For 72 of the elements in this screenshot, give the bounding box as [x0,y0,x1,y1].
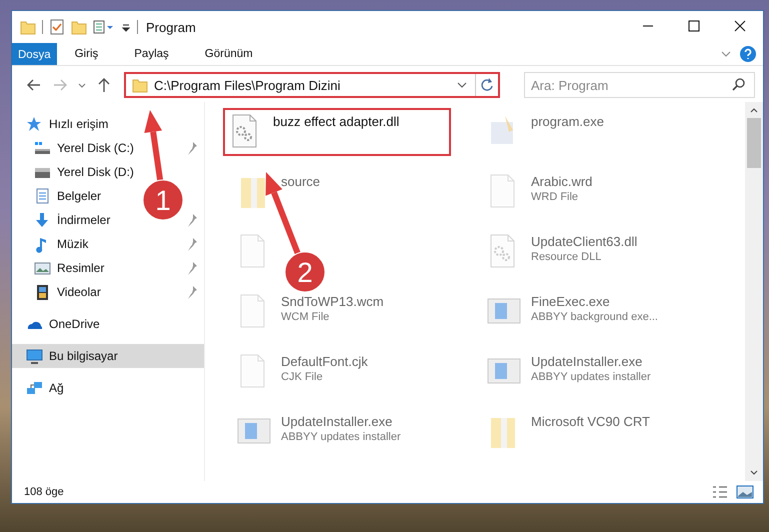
sidebar-link[interactable]: Yerel Disk (D:) [57,165,134,179]
ribbon-tab[interactable]: Görünüm [186,43,271,65]
search-icon[interactable] [731,77,747,93]
sidebar-star-icon [26,116,43,132]
ribbon-tab[interactable]: Paylaş [116,43,187,65]
file-name: DefaultFont.cjk [281,354,368,369]
file-type: WRD File [531,191,580,203]
file-item[interactable]: UpdateClient63.dll Resource DLL [481,228,644,276]
sidebar-downloads-icon [34,212,51,228]
file-name: Arabic.wrd [531,174,592,189]
file-name: UpdateInstaller.exe [531,354,644,369]
sidebar-link[interactable]: Belgeler [57,189,102,203]
file-item[interactable]: buzz effect adapter.dll [223,108,451,156]
properties-icon[interactable] [93,19,115,35]
sidebar-item[interactable]: Hızlı erişim [12,112,204,136]
item-count: 108 öge [24,486,64,498]
ribbon-tab[interactable]: Giriş [56,43,116,65]
file-item[interactable]: FineExec.exe ABBYY background exe... [481,288,664,336]
sidebar-link[interactable]: Videolar [57,285,101,299]
file-item[interactable]: program.exe [481,108,610,156]
address-path[interactable]: C:\Program Files\Program Dizini [154,78,449,92]
checklist-icon[interactable] [49,19,65,35]
file-type: Resource DLL [531,251,602,263]
file-name: FineExec.exe [531,294,611,309]
file-item[interactable]: source [231,168,326,216]
file-name: source [281,174,320,189]
pin-icon[interactable] [186,285,198,299]
sidebar-drive-system-icon [34,140,51,156]
file-tab[interactable]: Dosya [12,43,57,65]
scrollbar[interactable] [745,102,763,481]
pin-icon[interactable] [186,237,198,251]
sidebar-link[interactable]: İndirmeler [57,213,110,227]
sidebar-videos-icon [34,284,51,300]
file-type: ABBYY background exe... [531,311,658,323]
sidebar-item[interactable]: Ağ [12,376,204,400]
sidebar-pictures-icon [34,260,51,276]
folder-icon [132,77,148,93]
file-item[interactable]: DefaultFont.cjk CJK File [231,348,374,396]
help-icon[interactable] [739,45,757,63]
pin-icon[interactable] [186,261,198,275]
file-item[interactable]: Arabic.wrd WRD File [481,168,598,216]
sidebar-network-icon [26,380,43,396]
sidebar-item[interactable]: OneDrive [12,312,204,336]
sidebar-documents-icon [34,188,51,204]
sidebar-link[interactable]: Resimler [57,261,104,275]
file-name: UpdateInstaller.exe [281,414,394,429]
step-badge: 1 [142,180,184,220]
search-field[interactable]: Ara: Program [524,72,755,98]
file-name: program.exe [531,114,604,129]
scroll-thumb[interactable] [747,118,761,168]
file-name: Microsoft VC90 CRT [531,414,650,429]
file-name: buzz effect adapter.dll [273,114,400,129]
file-type: CJK File [281,371,324,383]
file-item[interactable]: Microsoft VC90 CRT [481,408,656,456]
sidebar-link[interactable]: Yerel Disk (C:) [57,141,134,155]
file-type: ABBYY updates installer [531,371,651,383]
details-view-icon[interactable] [711,484,729,500]
pin-icon[interactable] [186,141,198,155]
large-icons-view-icon[interactable] [735,484,755,500]
file-type: WCM File [281,311,330,323]
window-title: Program [146,20,197,34]
file-item[interactable]: UpdateInstaller.exe ABBYY updates installer [231,408,407,456]
sidebar-link[interactable]: Müzik [57,237,88,251]
file-name: UpdateClient63.dll [531,234,638,249]
file-name: SndToWP13.wcm [281,294,384,309]
sidebar-item[interactable]: Bu bilgisayar [12,344,204,368]
step-badge: 2 [284,252,326,292]
file-type: ABBYY updates installer [281,431,401,443]
pin-icon[interactable] [186,213,198,227]
file-item[interactable]: UpdateInstaller.exe ABBYY updates installer [481,348,657,396]
address-bar[interactable]: C:\Program Files\Program Dizini [124,72,500,98]
sidebar-computer-icon [26,348,43,364]
